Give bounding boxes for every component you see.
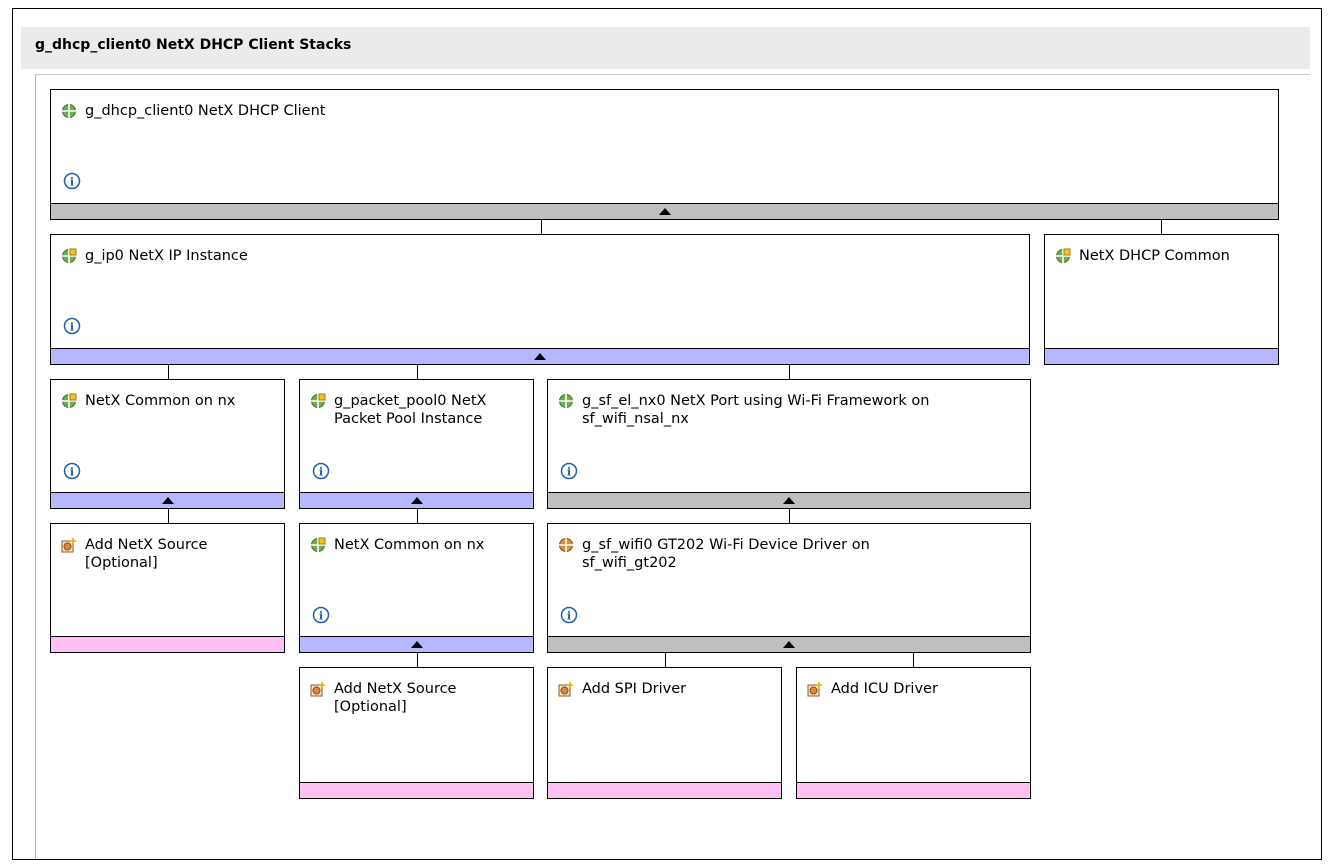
info-icon[interactable]: i — [312, 606, 330, 624]
module-label: g_ip0 NetX IP Instance — [85, 248, 248, 264]
svg-text:i: i — [319, 466, 323, 479]
add-module-icon — [61, 538, 76, 553]
connector-line — [541, 220, 542, 234]
svg-text:i: i — [567, 610, 571, 623]
module-add-netx-source-1[interactable]: Add NetX Source [Optional] — [50, 523, 285, 653]
svg-text:i: i — [70, 176, 74, 189]
svg-text:i: i — [567, 466, 571, 479]
module-dhcp-client[interactable]: g_dhcp_client0 NetX DHCP Client i — [50, 89, 1279, 220]
add-module-icon — [807, 682, 822, 697]
collapse-arrow-icon[interactable] — [783, 641, 795, 648]
module-bar[interactable] — [300, 782, 533, 798]
collapse-arrow-icon[interactable] — [410, 497, 423, 504]
module-ip-instance[interactable]: g_ip0 NetX IP Instance i — [50, 234, 1030, 365]
connector-line — [168, 365, 169, 379]
module-bar[interactable] — [300, 636, 533, 652]
module-bar[interactable] — [548, 782, 781, 798]
module-label: NetX DHCP Common — [1079, 248, 1230, 264]
add-module-icon — [310, 682, 325, 697]
module-label: Add NetX Source [Optional] — [334, 681, 457, 715]
module-add-icu-driver[interactable]: Add ICU Driver — [796, 667, 1031, 799]
module-icon — [559, 538, 573, 552]
connector-line — [417, 653, 418, 667]
svg-text:i: i — [319, 610, 323, 623]
connector-line — [417, 509, 418, 523]
module-bar[interactable] — [51, 492, 284, 508]
connector-line — [417, 365, 418, 379]
collapse-arrow-icon[interactable] — [410, 641, 423, 648]
module-label: g_dhcp_client0 NetX DHCP Client — [85, 103, 326, 119]
module-packet-pool[interactable]: g_packet_pool0 NetX Packet Pool Instance… — [299, 379, 534, 509]
module-bar[interactable] — [300, 492, 533, 508]
module-bar[interactable] — [51, 636, 284, 652]
connector-line — [665, 653, 666, 667]
module-label: g_sf_el_nx0 NetX Port using Wi-Fi Framew… — [582, 393, 930, 427]
svg-text:i: i — [70, 321, 74, 334]
connector-line — [913, 653, 914, 667]
module-add-spi-driver[interactable]: Add SPI Driver — [547, 667, 782, 799]
module-add-netx-source-2[interactable]: Add NetX Source [Optional] — [299, 667, 534, 799]
collapse-arrow-icon[interactable] — [658, 208, 671, 215]
collapse-arrow-icon[interactable] — [783, 497, 795, 504]
info-icon[interactable]: i — [312, 462, 330, 480]
module-label: NetX Common on nx — [334, 537, 485, 553]
module-icon — [311, 537, 326, 552]
module-netx-common-1[interactable]: NetX Common on nx i — [50, 379, 285, 509]
module-label: Add ICU Driver — [831, 681, 938, 697]
module-netx-common-2[interactable]: NetX Common on nx i — [299, 523, 534, 653]
panel-header: g_dhcp_client0 NetX DHCP Client Stacks — [21, 27, 1310, 69]
connector-line — [789, 509, 790, 523]
svg-text:i: i — [70, 466, 74, 479]
connector-line — [1161, 220, 1162, 234]
info-icon[interactable]: i — [63, 462, 81, 480]
connector-line — [168, 509, 169, 523]
module-label: g_packet_pool0 NetX Packet Pool Instance — [334, 393, 487, 427]
module-bar[interactable] — [548, 636, 1030, 652]
module-icon — [62, 104, 76, 118]
module-icon — [311, 393, 326, 408]
module-sf-wifi[interactable]: g_sf_wifi0 GT202 Wi-Fi Device Driver on … — [547, 523, 1031, 653]
module-label: Add NetX Source [Optional] — [85, 537, 208, 571]
module-label: NetX Common on nx — [85, 393, 236, 409]
info-icon[interactable]: i — [560, 462, 578, 480]
info-icon[interactable]: i — [63, 317, 81, 335]
module-bar[interactable] — [51, 348, 1029, 364]
module-icon — [62, 393, 77, 408]
add-module-icon — [558, 682, 573, 697]
module-dhcp-common[interactable]: NetX DHCP Common — [1044, 234, 1279, 365]
module-label: Add SPI Driver — [582, 681, 687, 697]
info-icon[interactable]: i — [560, 606, 578, 624]
module-bar[interactable] — [1045, 348, 1278, 364]
module-sf-el-nx[interactable]: g_sf_el_nx0 NetX Port using Wi-Fi Framew… — [547, 379, 1031, 509]
collapse-arrow-icon[interactable] — [161, 497, 174, 504]
module-label: g_sf_wifi0 GT202 Wi-Fi Device Driver on … — [582, 537, 870, 571]
module-bar[interactable] — [797, 782, 1030, 798]
collapse-arrow-icon[interactable] — [534, 353, 546, 360]
panel-title: g_dhcp_client0 NetX DHCP Client Stacks — [35, 37, 352, 53]
info-icon[interactable]: i — [63, 172, 81, 190]
module-bar[interactable] — [51, 203, 1278, 219]
module-icon — [62, 248, 77, 263]
module-icon — [1056, 248, 1071, 263]
module-bar[interactable] — [548, 492, 1030, 508]
connector-line — [789, 365, 790, 379]
module-icon — [559, 394, 573, 408]
